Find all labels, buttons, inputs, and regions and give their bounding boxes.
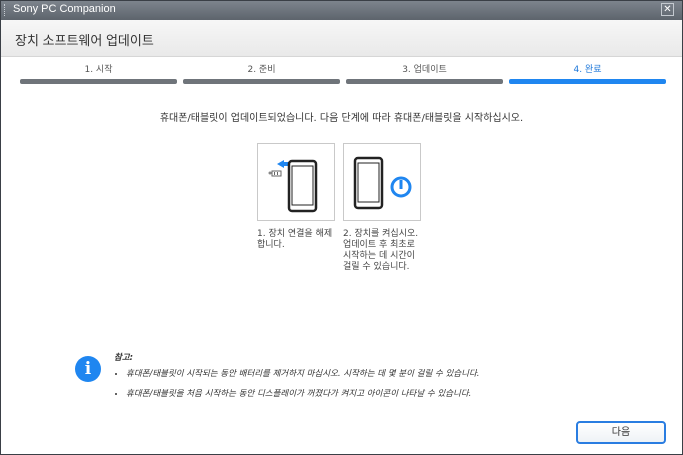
step-label: 2. 준비 <box>247 65 276 75</box>
step2-caption: 2. 장치를 켜십시오. 업데이트 후 최초로 시작하는 데 시간이 걸릴 수 … <box>343 229 419 272</box>
title-bar[interactable]: Sony PC Companion ✕ <box>1 1 682 20</box>
note-section: 참고: 휴대폰/태블릿이 시작되는 동안 배터리를 제거하지 마십시오. 시작하… <box>114 351 634 407</box>
note-title: 참고: <box>114 353 134 363</box>
drag-grip-icon <box>4 4 7 16</box>
step-bar <box>346 79 503 84</box>
step-bar <box>509 79 666 84</box>
next-button[interactable]: 다음 <box>576 421 666 444</box>
step-label: 1. 시작 <box>84 65 113 75</box>
step-prepare: 2. 준비 <box>183 61 340 85</box>
step-bar <box>20 79 177 84</box>
page-title: 장치 소프트웨어 업데이트 <box>15 33 154 48</box>
dialog-window: Sony PC Companion ✕ 장치 소프트웨어 업데이트 1. 시작 … <box>0 0 683 455</box>
note-list: 휴대폰/태블릿이 시작되는 동안 배터리를 제거하지 마십시오. 시작하는 데 … <box>114 367 634 399</box>
info-icon: i <box>75 356 101 382</box>
completion-message: 휴대폰/태블릿이 업데이트되었습니다. 다음 단계에 따라 휴대폰/태블릿을 시… <box>159 113 524 124</box>
power-on-phone-icon <box>343 143 421 221</box>
step1-caption: 1. 장치 연결을 해제합니다. <box>257 229 333 250</box>
close-icon[interactable]: ✕ <box>661 3 674 16</box>
note-item: 휴대폰/태블릿이 시작되는 동안 배터리를 제거하지 마십시오. 시작하는 데 … <box>126 367 634 379</box>
disconnect-phone-icon <box>257 143 335 221</box>
window-title: Sony PC Companion <box>13 3 116 15</box>
note-item: 휴대폰/태블릿을 처음 시작하는 동안 디스플레이가 꺼졌다가 켜지고 아이콘이… <box>126 387 634 399</box>
progress-steps: 1. 시작 2. 준비 3. 업데이트 4. 완료 <box>20 61 666 85</box>
step-complete: 4. 완료 <box>509 61 666 85</box>
step-start: 1. 시작 <box>20 61 177 85</box>
step-update: 3. 업데이트 <box>346 61 503 85</box>
step-label: 4. 완료 <box>573 65 602 75</box>
page-header: 장치 소프트웨어 업데이트 <box>1 20 682 57</box>
step-label: 3. 업데이트 <box>402 65 447 75</box>
step-bar <box>183 79 340 84</box>
